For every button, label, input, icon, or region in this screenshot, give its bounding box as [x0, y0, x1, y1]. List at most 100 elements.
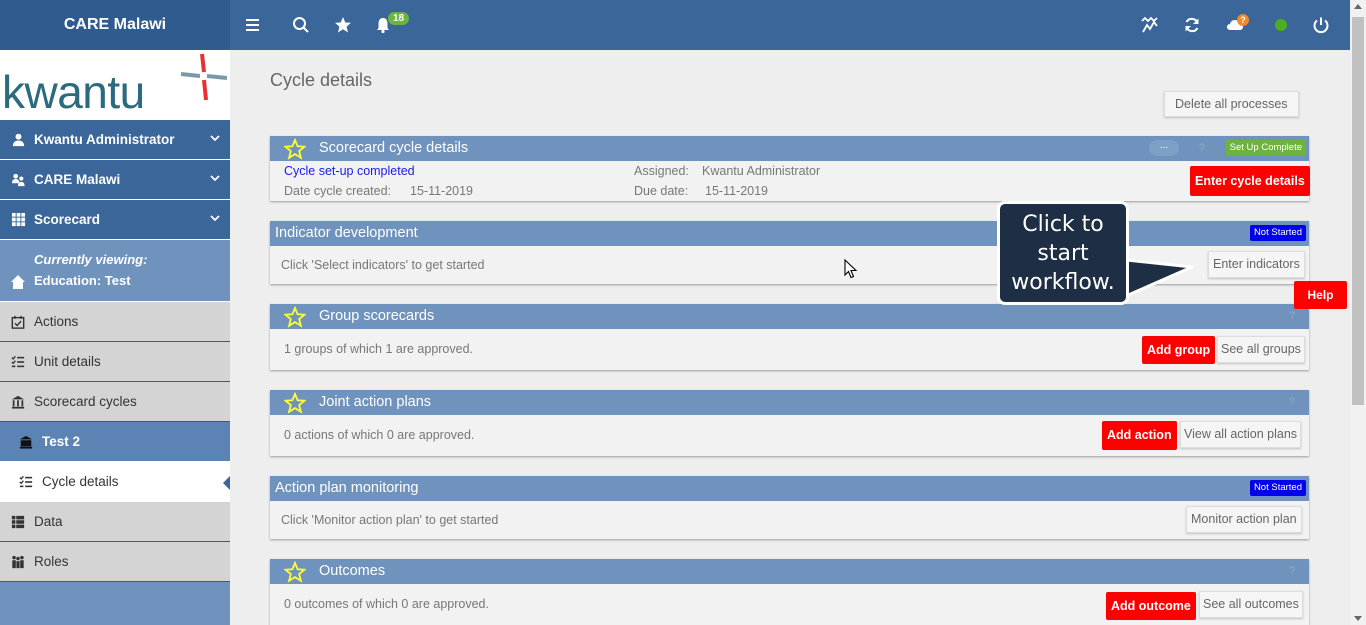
- cycle-setup-link[interactable]: Cycle set-up completed: [284, 164, 415, 178]
- mouse-cursor-icon: [844, 259, 858, 279]
- monitor-action-plan-button[interactable]: Monitor action plan: [1186, 506, 1302, 533]
- user-icon: [10, 132, 26, 148]
- panel-title: Group scorecards: [319, 308, 435, 324]
- panel-header: Joint action plans ?: [270, 390, 1309, 415]
- vertical-scrollbar[interactable]: [1350, 0, 1366, 625]
- sidebar-item-label: Kwantu Administrator: [34, 132, 175, 147]
- logo-text: kwantu: [2, 66, 145, 118]
- panel-summary-text: 0 outcomes of which 0 are approved.: [284, 597, 489, 611]
- analytics-icon[interactable]: [1138, 13, 1162, 37]
- due-date-value: 15-11-2019: [705, 184, 769, 198]
- brand-title[interactable]: CARE Malawi: [0, 0, 230, 50]
- people-icon: [10, 554, 26, 570]
- menu-icon[interactable]: [241, 13, 265, 37]
- see-all-outcomes-button[interactable]: See all outcomes: [1199, 591, 1303, 618]
- grid-icon: [10, 212, 26, 228]
- sidebar-item-data[interactable]: Data: [0, 502, 230, 542]
- see-all-groups-button[interactable]: See all groups: [1217, 336, 1305, 363]
- list-icon: [10, 514, 26, 530]
- sidebar-item-label: Cycle details: [42, 474, 119, 489]
- sidebar-item-care-malawi[interactable]: CARE Malawi: [0, 160, 230, 200]
- sidebar-item-cycle-details[interactable]: Cycle details: [0, 462, 230, 502]
- sidebar-item-label: Test 2: [42, 434, 81, 449]
- sidebar-item-label: CARE Malawi: [34, 172, 121, 187]
- panel-title: Joint action plans: [319, 394, 432, 410]
- panel-header: Scorecard cycle details ... ? Set Up Com…: [270, 136, 1309, 161]
- building-icon: [18, 434, 34, 450]
- sidebar-item-scorecard-cycles[interactable]: Scorecard cycles: [0, 382, 230, 422]
- panel-header: Outcomes ?: [270, 559, 1309, 584]
- cloud-status-badge: ?: [1237, 14, 1249, 26]
- view-all-action-plans-button[interactable]: View all action plans: [1180, 421, 1302, 448]
- status-badge: Not Started: [1249, 480, 1306, 496]
- panel-title: Outcomes: [319, 563, 386, 579]
- panel-header: Group scorecards ?: [270, 304, 1309, 329]
- workflow-callout: Click to start workflow.: [997, 201, 1129, 305]
- power-icon[interactable]: [1309, 13, 1333, 37]
- delete-all-processes-button[interactable]: Delete all processes: [1164, 91, 1299, 117]
- sidebar-item-roles[interactable]: Roles: [0, 542, 230, 582]
- panel-title: Scorecard cycle details: [319, 140, 469, 156]
- help-button[interactable]: Help: [1294, 281, 1347, 309]
- add-action-button[interactable]: Add action: [1102, 421, 1177, 450]
- logo-cross-icon: [180, 53, 228, 101]
- sidebar-item-label: Scorecard cycles: [34, 394, 137, 409]
- sidebar-item-scorecard[interactable]: Scorecard: [0, 200, 230, 240]
- scroll-up-icon[interactable]: [1354, 4, 1362, 9]
- star-outline-icon[interactable]: [284, 138, 306, 160]
- assigned-value: Kwantu Administrator: [702, 164, 821, 178]
- enter-indicators-button[interactable]: Enter indicators: [1208, 251, 1305, 278]
- currently-viewing: Currently viewing: Education: Test: [0, 240, 230, 302]
- sidebar-item-label: Actions: [34, 314, 79, 329]
- assigned-label: Assigned:: [634, 164, 689, 178]
- star-icon[interactable]: [331, 13, 355, 37]
- more-options-button[interactable]: ...: [1149, 140, 1179, 156]
- sidebar-item-unit-details[interactable]: Unit details: [0, 342, 230, 382]
- chevron-down-icon: [210, 215, 220, 222]
- active-indicator-icon: [223, 476, 230, 490]
- checklist-icon: [10, 354, 26, 370]
- action-plan-monitoring-panel: Action plan monitoring Not Started Click…: [270, 476, 1309, 539]
- star-outline-icon[interactable]: [284, 561, 306, 583]
- sidebar-item-administrator[interactable]: Kwantu Administrator: [0, 120, 230, 160]
- search-icon[interactable]: [289, 13, 313, 37]
- star-outline-icon[interactable]: [284, 306, 306, 328]
- sidebar-item-label: Scorecard: [34, 212, 101, 227]
- notification-count-badge: 18: [388, 12, 410, 25]
- help-question-icon[interactable]: ?: [1289, 559, 1295, 584]
- callout-tail: [1126, 258, 1194, 298]
- calendar-check-icon: [10, 314, 26, 330]
- building-icon: [10, 394, 26, 410]
- panel-header: Action plan monitoring Not Started: [270, 476, 1309, 501]
- kwantu-logo: kwantu: [0, 50, 230, 120]
- page-title: Cycle details: [270, 70, 373, 90]
- sidebar: kwantu Kwantu Administrator CARE Malawi …: [0, 50, 230, 625]
- scroll-thumb[interactable]: [1352, 17, 1364, 405]
- sidebar-item-test-2[interactable]: Test 2: [0, 422, 230, 462]
- panel-summary-text: 1 groups of which 1 are approved.: [284, 342, 474, 356]
- panel-title: Indicator development: [275, 225, 418, 241]
- status-badge: Set Up Complete: [1225, 140, 1306, 156]
- add-group-button[interactable]: Add group: [1142, 336, 1216, 364]
- add-outcome-button[interactable]: Add outcome: [1106, 592, 1196, 620]
- currently-viewing-label: Currently viewing:: [34, 252, 148, 267]
- enter-cycle-details-button[interactable]: Enter cycle details: [1190, 166, 1310, 196]
- chevron-down-icon: [210, 175, 220, 182]
- chevron-down-icon: [210, 135, 220, 142]
- scroll-down-icon[interactable]: [1354, 616, 1362, 621]
- panel-header: Indicator development Not Started: [270, 221, 1309, 246]
- currently-viewing-value: Education: Test: [34, 273, 131, 288]
- due-date-label: Due date:: [634, 184, 689, 198]
- panel-instruction-text: Click 'Select indicators' to get started: [281, 258, 485, 272]
- help-question-icon[interactable]: ?: [1289, 390, 1295, 415]
- sidebar-item-actions[interactable]: Actions: [0, 302, 230, 342]
- online-status-icon: [1275, 19, 1287, 31]
- home-icon: [11, 275, 25, 289]
- panel-instruction-text: Click 'Monitor action plan' to get start…: [281, 513, 499, 527]
- star-outline-icon[interactable]: [284, 392, 306, 414]
- refresh-icon[interactable]: [1180, 13, 1204, 37]
- sidebar-item-label: Data: [34, 514, 63, 529]
- callout-line: start: [1037, 241, 1089, 266]
- help-question-icon[interactable]: ?: [1199, 136, 1205, 161]
- sidebar-item-label: Roles: [34, 554, 69, 569]
